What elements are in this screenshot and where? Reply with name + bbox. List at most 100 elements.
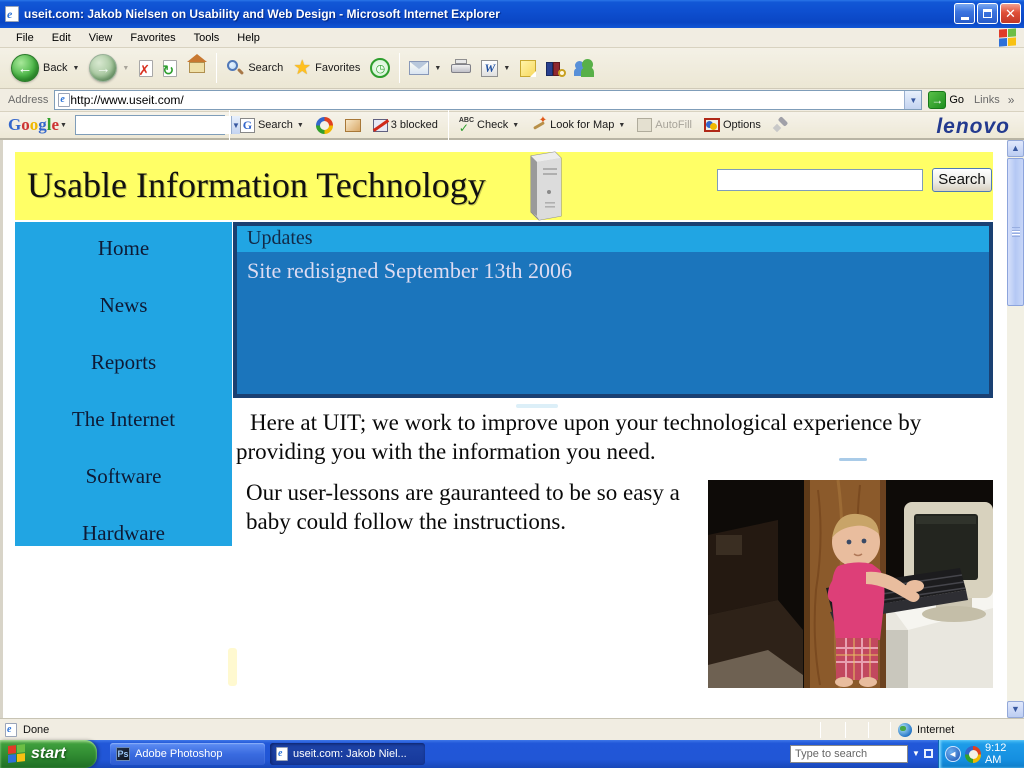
search-button[interactable]: Search — [221, 57, 288, 79]
menu-help[interactable]: Help — [229, 30, 268, 46]
site-title: Usable Information Technology — [27, 164, 486, 206]
sidebar-item-hardware[interactable]: Hardware — [15, 521, 232, 546]
google-logo-dropdown-icon[interactable]: ▼ — [60, 122, 67, 129]
wand-icon: ✦ — [531, 117, 547, 133]
task-label: Adobe Photoshop — [135, 748, 222, 760]
links-overflow-icon[interactable]: » — [1008, 93, 1015, 107]
sidebar-item-news[interactable]: News — [15, 293, 232, 318]
links-label[interactable]: Links — [974, 94, 1000, 106]
spellcheck-button[interactable]: ABC✓ Check ▼ — [453, 118, 525, 132]
back-icon: ← — [11, 54, 39, 82]
history-button[interactable]: ◷ — [365, 56, 395, 80]
highlighter-button[interactable] — [767, 117, 795, 133]
note-icon — [520, 60, 536, 77]
scroll-up-button[interactable]: ▲ — [1007, 140, 1024, 157]
highlighter-icon — [773, 117, 789, 133]
vertical-scrollbar[interactable]: ▲ ▼ — [1007, 140, 1024, 718]
mail-icon — [409, 61, 429, 75]
sidebar-item-reports[interactable]: Reports — [15, 350, 232, 375]
word-dropdown-icon[interactable]: ▼ — [503, 65, 510, 72]
address-input[interactable] — [70, 93, 904, 107]
forward-button[interactable]: → ▼ — [84, 52, 134, 84]
google-logo[interactable]: Google — [8, 115, 59, 135]
sidebar-item-internet[interactable]: The Internet — [15, 407, 232, 432]
taskbar-search-input[interactable] — [795, 748, 895, 760]
mail-button[interactable]: ▼ — [404, 59, 446, 77]
clock[interactable]: 9:12 AM — [985, 742, 1024, 766]
stop-icon: ✗ — [139, 60, 153, 77]
status-page-icon: e — [5, 723, 17, 737]
taskbar-search-wrap — [790, 745, 908, 763]
research-button[interactable] — [541, 58, 569, 78]
messenger-icon — [574, 59, 594, 77]
menu-bar: File Edit View Favorites Tools Help — [0, 28, 1024, 48]
window-title: useit.com: Jakob Nielsen on Usability an… — [24, 7, 500, 21]
notes-button[interactable] — [515, 58, 541, 79]
menu-tools[interactable]: Tools — [186, 30, 228, 46]
sidebar-item-software[interactable]: Software — [15, 464, 232, 489]
sidebar-item-home[interactable]: Home — [15, 236, 232, 261]
site-search-input[interactable] — [717, 169, 923, 191]
pagerank-button[interactable] — [310, 117, 339, 134]
go-icon: → — [928, 91, 946, 109]
restore-icon — [983, 9, 992, 18]
taskbar-item-photoshop[interactable]: Ps Adobe Photoshop — [110, 743, 265, 765]
updates-header: Updates — [237, 226, 989, 252]
spellcheck-icon: ABC✓ — [459, 118, 474, 132]
taskbar-search-window-icon[interactable] — [924, 749, 933, 758]
google-search-more-icon[interactable]: ▼ — [297, 122, 304, 129]
edit-with-word-button[interactable]: W ▼ — [476, 58, 515, 79]
google-search-input[interactable] — [76, 116, 231, 134]
refresh-button[interactable]: ↻ — [158, 58, 182, 79]
favorites-button[interactable]: ★ Favorites — [288, 57, 365, 79]
system-tray: ◄ 9:12 AM — [938, 740, 1024, 768]
menu-favorites[interactable]: Favorites — [122, 30, 183, 46]
restore-button[interactable] — [977, 3, 998, 24]
window-titlebar[interactable]: e useit.com: Jakob Nielsen on Usability … — [0, 0, 1024, 28]
options-button[interactable]: Options — [698, 118, 767, 132]
popup-blocker-button[interactable]: 3 blocked — [367, 119, 444, 132]
caption-buttons: ✕ — [954, 3, 1021, 24]
address-dropdown-icon[interactable]: ▼ — [904, 91, 921, 109]
mail-dropdown-icon[interactable]: ▼ — [434, 65, 441, 72]
news-button[interactable] — [339, 119, 367, 132]
menu-file[interactable]: File — [8, 30, 42, 46]
google-search-button[interactable]: G Search ▼ — [234, 118, 310, 133]
status-bar: e Done Internet — [0, 718, 1024, 740]
minimize-button[interactable] — [954, 3, 975, 24]
photoshop-icon: Ps — [116, 747, 130, 761]
home-button[interactable] — [182, 56, 212, 80]
menu-view[interactable]: View — [81, 30, 121, 46]
stop-button[interactable]: ✗ — [134, 58, 158, 79]
site-search-button[interactable]: Search — [932, 168, 992, 192]
taskbar-item-useit[interactable]: e useit.com: Jakob Niel... — [270, 743, 425, 765]
taskbar-search-dropdown-icon[interactable]: ▼ — [912, 749, 920, 758]
scrollbar-thumb[interactable] — [1007, 158, 1024, 306]
start-button[interactable]: start — [0, 740, 97, 768]
messenger-button[interactable] — [569, 57, 599, 79]
spellcheck-dropdown-icon[interactable]: ▼ — [512, 122, 519, 129]
desktop: e useit.com: Jakob Nielsen on Usability … — [0, 0, 1024, 768]
spellcheck-label: Check — [477, 119, 508, 131]
back-dropdown-icon[interactable]: ▼ — [72, 65, 79, 72]
back-button[interactable]: ← Back ▼ — [6, 52, 84, 84]
tray-google-icon[interactable] — [965, 746, 981, 763]
scroll-down-button[interactable]: ▼ — [1007, 701, 1024, 718]
windows-logo-icon — [999, 28, 1016, 46]
refresh-icon: ↻ — [163, 60, 177, 77]
go-button[interactable]: → Go — [928, 91, 964, 109]
close-button[interactable]: ✕ — [1000, 3, 1021, 24]
print-button[interactable] — [446, 58, 476, 79]
internet-globe-icon — [898, 723, 912, 737]
options-icon — [704, 118, 720, 132]
status-text: Done — [23, 724, 49, 736]
tray-media-icon[interactable]: ◄ — [945, 746, 961, 762]
toolbar-separator — [399, 53, 400, 83]
task-label: useit.com: Jakob Niel... — [293, 748, 407, 760]
go-label: Go — [949, 94, 964, 106]
taskbar: start Ps Adobe Photoshop e useit.com: Ja… — [0, 740, 1024, 768]
look-for-map-button[interactable]: ✦ Look for Map ▼ — [525, 117, 631, 133]
look-for-map-dropdown-icon[interactable]: ▼ — [618, 122, 625, 129]
site-nav-sidebar: Home News Reports The Internet Software … — [15, 222, 232, 546]
menu-edit[interactable]: Edit — [44, 30, 79, 46]
